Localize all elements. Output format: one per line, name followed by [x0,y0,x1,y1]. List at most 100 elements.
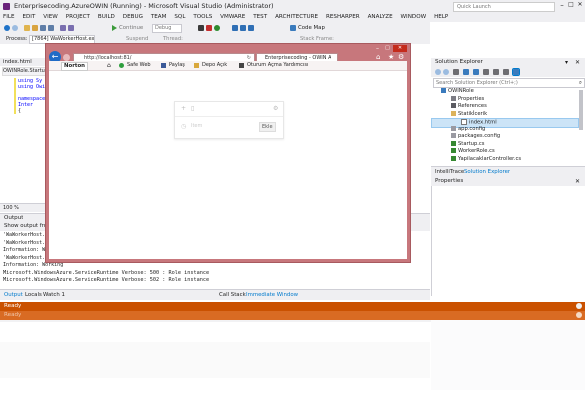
save-all-icon[interactable] [48,25,54,31]
browser-close-button[interactable]: ✕ [393,45,407,52]
code-editor[interactable]: OWINRole.Startup using Sy using Owi name… [0,66,47,203]
tree-item-app-config[interactable]: app.config [451,125,485,134]
suspend-button[interactable]: Suspend [126,35,148,43]
norton-toolbar-button[interactable]: Norton [61,62,88,71]
step-out-icon[interactable] [248,25,254,31]
tree-item-references[interactable]: References [451,103,487,111]
break-all-icon[interactable] [198,25,204,31]
safe-web-button[interactable]: Safe Web [127,62,151,69]
properties-grid[interactable] [431,186,585,296]
open-icon[interactable] [32,25,38,31]
item-input[interactable]: Item [191,123,202,130]
login-assistant-button[interactable]: Oturum Açma Yardımcısı [247,62,308,69]
menu-resharper[interactable]: RESHARPER [326,13,360,22]
solution-tree[interactable]: OWINRole Properties References Statikİce… [431,88,585,166]
notification-icon[interactable] [576,303,582,309]
browser-minimize-button[interactable]: – [373,45,382,52]
menu-sql[interactable]: SQL [174,13,185,22]
browser-maximize-button[interactable]: □ [383,45,392,52]
forward-icon[interactable] [12,25,18,31]
menu-test[interactable]: TEST [253,13,267,22]
browser-forward-button[interactable] [63,54,70,61]
step-over-icon[interactable] [232,25,238,31]
pin-icon[interactable]: ▾ [565,59,568,66]
menu-architecture[interactable]: ARCHITECTURE [275,13,318,22]
sol-preview-icon[interactable] [512,68,520,76]
tree-item-yapilacaklar-controller[interactable]: YapilacaklarController.cs [451,155,521,164]
continue-button[interactable]: Continue [119,24,143,32]
output-line: Information: Working [3,262,64,268]
tree-scrollbar[interactable] [579,90,583,130]
editor-navigation-bar[interactable]: OWINRole.Startup [2,67,46,76]
redo-icon[interactable] [68,25,74,31]
zoom-level[interactable]: 100 % [3,204,19,212]
tree-item-owinrole[interactable]: OWINRole [441,88,474,96]
menu-file[interactable]: FILE [3,13,15,22]
menu-help[interactable]: HELP [434,13,448,22]
quick-launch-box[interactable]: Quick Launch [453,2,555,12]
code-map-icon[interactable] [290,25,296,31]
code-map-button[interactable]: Code Map [298,24,325,32]
restart-icon[interactable] [214,25,220,31]
menu-analyze[interactable]: ANALYZE [368,13,393,22]
new-project-icon[interactable] [24,25,30,31]
sol-properties-icon[interactable] [503,69,509,75]
tab-immediate-window[interactable]: Immediate Window [246,291,298,299]
maximize-button[interactable]: □ [567,1,575,9]
home-icon[interactable]: ⌂ [107,62,111,69]
storage-button[interactable]: Depo Açık [202,62,227,69]
tree-item-statik-icerik[interactable]: Statikİcerik [451,110,487,119]
settings-icon[interactable]: ⚙ [273,105,278,112]
solution-search-input[interactable]: Search Solution Explorer (Ctrl+;) ⌕ [433,78,585,88]
save-icon[interactable] [40,25,46,31]
tree-item-packages-config[interactable]: packages.config [451,133,500,141]
back-icon[interactable] [4,25,10,31]
minimize-button[interactable]: – [558,1,566,9]
menu-view[interactable]: VIEW [43,13,58,22]
stack-frame-label: Stack Frame: [300,36,334,42]
browser-home-icon[interactable]: ⌂ [376,53,380,61]
tab-intellitrace[interactable]: IntelliTrace [435,168,464,176]
quick-launch-placeholder: Quick Launch [457,4,491,10]
tab-index-html[interactable]: index.html [3,58,32,66]
solution-explorer-title-bar: Solution Explorer ▾ ✕ [431,58,585,67]
tab-solution-explorer[interactable]: Solution Explorer [464,168,510,176]
close-panel-icon[interactable]: ✕ [575,178,580,185]
tree-item-properties[interactable]: Properties [451,95,484,104]
menu-debug[interactable]: DEBUG [123,13,143,22]
share-button[interactable]: Paylaş [169,62,185,69]
menu-project[interactable]: PROJECT [66,13,90,22]
sol-refresh-icon[interactable] [473,69,479,75]
menu-tools[interactable]: TOOLS [193,13,212,22]
browser-settings-icon[interactable]: ⚙ [398,53,404,61]
close-button[interactable]: ✕ [576,1,584,9]
menu-edit[interactable]: EDIT [22,13,35,22]
tab-watch-1[interactable]: Watch 1 [43,291,65,299]
sol-show-all-icon[interactable] [493,69,499,75]
process-label: Process: [6,36,28,42]
configuration-select[interactable]: Debug [152,24,182,33]
sol-collapse-icon[interactable] [483,69,489,75]
sol-forward-icon[interactable] [443,69,449,75]
add-button[interactable]: Ekle [259,122,276,132]
browser-favorites-icon[interactable]: ★ [388,53,394,61]
step-into-icon[interactable] [240,25,246,31]
continue-play-icon[interactable] [112,25,117,31]
sol-sync-icon[interactable] [463,69,469,75]
menu-vmware[interactable]: VMWARE [220,13,245,22]
sol-back-icon[interactable] [435,69,441,75]
undo-icon[interactable] [60,25,66,31]
tree-item-workerrole-cs[interactable]: WorkerRole.cs [451,148,495,156]
trash-icon[interactable]: ▯ [191,105,194,112]
sol-home-icon[interactable] [453,69,459,75]
tab-locals[interactable]: Locals [25,291,42,299]
menu-build[interactable]: BUILD [98,13,115,22]
tab-output[interactable]: Output [4,291,23,299]
tab-call-stack[interactable]: Call Stack [219,291,246,299]
menu-window[interactable]: WINDOW [401,13,427,22]
plus-icon[interactable]: + [181,105,186,112]
tree-item-startup-cs[interactable]: Startup.cs [451,140,484,149]
menu-team[interactable]: TEAM [151,13,167,22]
close-panel-icon[interactable]: ✕ [575,59,580,66]
stop-debugging-icon[interactable] [206,25,212,31]
